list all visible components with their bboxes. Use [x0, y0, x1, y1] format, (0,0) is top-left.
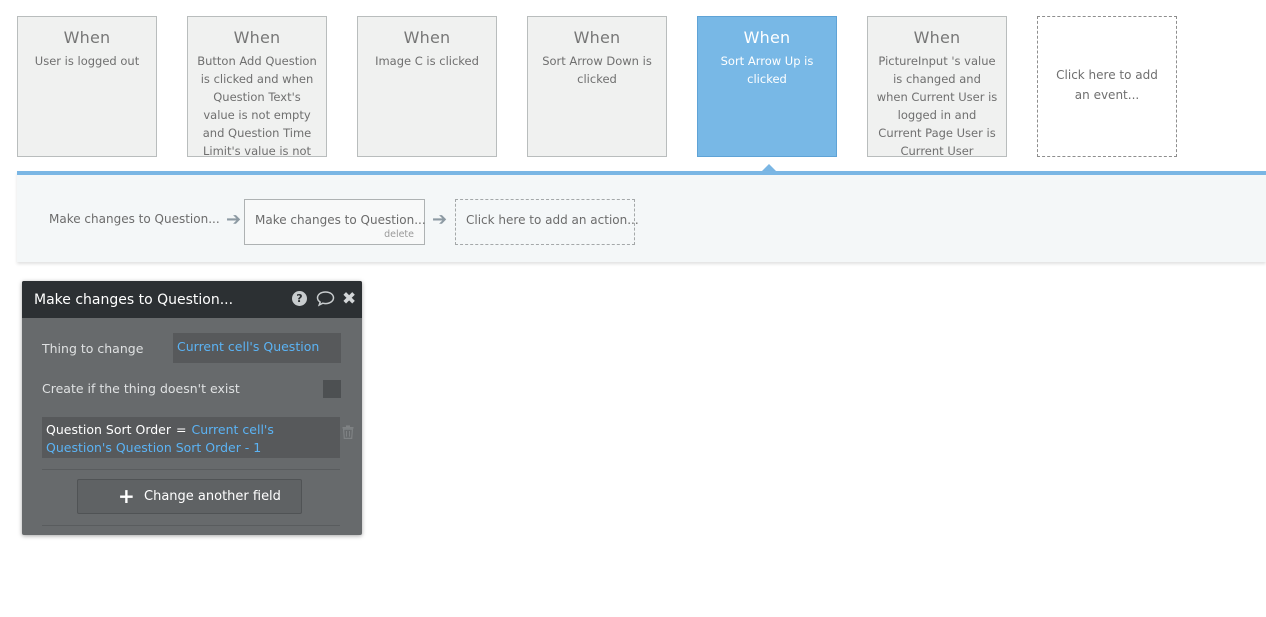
close-icon[interactable]: ✖: [342, 289, 356, 309]
create-if-missing-label: Create if the thing doesn't exist: [42, 381, 240, 396]
action-properties-panel: Make changes to Question... ? ✖ Thing to…: [22, 281, 362, 535]
divider: [42, 525, 340, 526]
action-step-1[interactable]: Make changes to Question...: [39, 199, 220, 245]
panel-title: Make changes to Question...: [34, 292, 234, 308]
field-name: Question Sort Order: [46, 422, 171, 437]
plus-icon: +: [118, 484, 135, 508]
help-icon[interactable]: ?: [292, 291, 307, 306]
event-description: Sort Arrow Down is clicked: [542, 54, 652, 86]
action-step-label: Make changes to Question...: [49, 212, 220, 226]
panel-header: Make changes to Question... ? ✖: [22, 281, 362, 318]
event-description: PictureInput 's value is changed and whe…: [876, 54, 998, 157]
event-when-label: When: [403, 28, 451, 47]
event-description: Sort Arrow Up is clicked: [720, 54, 814, 86]
event-when-label: When: [573, 28, 621, 47]
actions-bar: Make changes to Question... ➔ Make chang…: [17, 171, 1266, 262]
delete-action-link[interactable]: delete: [384, 229, 414, 240]
arrow-right-icon: ➔: [226, 209, 242, 230]
divider: [42, 469, 340, 470]
add-event-button[interactable]: Click here to add an event...: [1037, 16, 1177, 157]
arrow-right-icon: ➔: [432, 209, 448, 230]
operator: =: [176, 422, 187, 437]
event-description: User is logged out: [34, 54, 140, 68]
add-event-label: Click here to add an event...: [1056, 67, 1158, 102]
action-step-label: Make changes to Question...: [255, 213, 426, 227]
change-another-field-button[interactable]: + Change another field: [77, 479, 302, 514]
trash-icon[interactable]: [342, 424, 354, 443]
add-action-label: Click here to add an action...: [466, 213, 639, 227]
event-when-label: When: [743, 28, 791, 47]
thing-to-change-label: Thing to change: [42, 341, 144, 356]
event-description: Image C is clicked: [375, 54, 479, 68]
add-action-button[interactable]: Click here to add an action...: [455, 199, 639, 245]
event-when-label: When: [233, 28, 281, 47]
events-row: When User is logged out When Button Add …: [0, 0, 1266, 172]
event-card-sort-arrow-down-clicked[interactable]: When Sort Arrow Down is clicked: [527, 16, 667, 157]
event-card-add-question-clicked[interactable]: When Button Add Question is clicked and …: [187, 16, 327, 157]
event-card-sort-arrow-up-clicked[interactable]: When Sort Arrow Up is clicked: [697, 16, 837, 157]
create-if-missing-checkbox[interactable]: [323, 380, 341, 398]
event-when-label: When: [63, 28, 111, 47]
event-card-image-c-clicked[interactable]: When Image C is clicked: [357, 16, 497, 157]
event-description: Button Add Question is clicked and when …: [197, 54, 317, 157]
event-when-label: When: [913, 28, 961, 47]
action-step-2[interactable]: Make changes to Question... delete: [244, 199, 426, 245]
event-card-user-logged-out[interactable]: When User is logged out: [17, 16, 157, 157]
change-another-field-label: Change another field: [144, 489, 281, 504]
field-change-row[interactable]: Question Sort Order = Current cell's Quest…: [42, 417, 340, 458]
comment-icon[interactable]: [316, 290, 335, 308]
event-card-picture-input-changed[interactable]: When PictureInput 's value is changed an…: [867, 16, 1007, 157]
thing-to-change-field[interactable]: Current cell's Question: [173, 333, 341, 363]
